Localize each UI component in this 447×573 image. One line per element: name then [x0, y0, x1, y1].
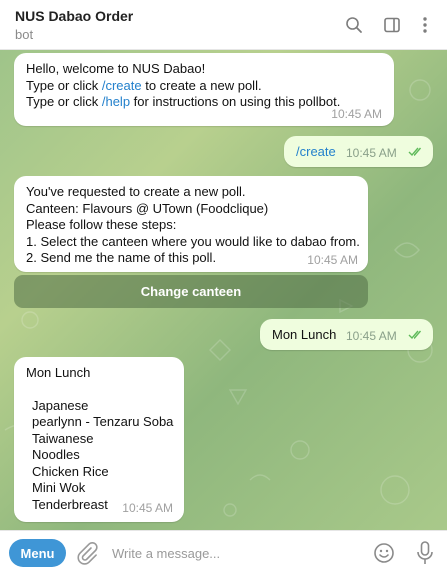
- chat-history[interactable]: Hello, welcome to NUS Dabao! Type or cli…: [0, 50, 447, 530]
- message-create-command[interactable]: /create 10:45 AM: [284, 136, 433, 167]
- poll-spacer: [26, 382, 172, 398]
- poll-option: Chicken Rice: [32, 463, 109, 479]
- message-text: for instructions on using this pollbot.: [130, 94, 341, 109]
- poll-option: pearlynn - Tenzaru Soba: [32, 414, 174, 429]
- chat-title[interactable]: NUS Dabao Order: [15, 8, 133, 24]
- message-text: Canteen: Flavours @ UTown (Foodclique): [26, 200, 269, 216]
- message-text: Mon Lunch: [272, 327, 337, 342]
- message-time: 10:45 AM: [346, 146, 397, 160]
- more-vertical-icon[interactable]: [414, 14, 436, 36]
- poll-option: Mini Wok: [32, 480, 86, 495]
- sidebar-toggle-icon[interactable]: [381, 14, 403, 36]
- message-welcome[interactable]: Hello, welcome to NUS Dabao! Type or cli…: [14, 53, 394, 126]
- help-command-link[interactable]: /help: [102, 94, 130, 109]
- attach-icon[interactable]: [76, 541, 98, 565]
- message-text: Type or click: [26, 94, 102, 109]
- message-text[interactable]: /create: [296, 144, 336, 159]
- message-create-reply[interactable]: You've requested to create a new poll. C…: [14, 176, 368, 272]
- message-input[interactable]: [112, 539, 362, 567]
- message-poll-name[interactable]: Mon Lunch 10:45 AM: [260, 319, 433, 350]
- menu-button[interactable]: Menu: [9, 539, 66, 567]
- search-icon[interactable]: [343, 14, 365, 36]
- message-time: 10:45 AM: [122, 500, 173, 515]
- message-text: Hello, welcome to NUS Dabao!: [26, 61, 206, 76]
- message-poll[interactable]: Mon Lunch Japanese pearlynn - Tenzaru So…: [14, 357, 184, 522]
- message-time: 10:45 AM: [307, 252, 358, 267]
- message-text: to create a new poll.: [141, 77, 262, 93]
- message-text-line: Type or click /create to create a new po…: [26, 78, 382, 95]
- message-text: Type or click: [26, 77, 102, 93]
- message-text: Please follow these steps:: [26, 217, 177, 232]
- poll-option: Japanese: [32, 397, 89, 413]
- message-time: 10:45 AM: [346, 329, 397, 343]
- read-ticks-icon: [408, 330, 422, 340]
- create-command-link[interactable]: /create: [102, 78, 142, 93]
- change-canteen-button[interactable]: Change canteen: [14, 275, 368, 308]
- emoji-icon[interactable]: [373, 542, 395, 564]
- message-composer: Menu: [0, 530, 447, 573]
- chat-subtitle: bot: [15, 27, 34, 42]
- message-time: 10:45 AM: [331, 106, 382, 121]
- poll-option: Noodles: [32, 447, 80, 462]
- message-text: You've requested to create a new poll.: [26, 184, 246, 199]
- chat-header: NUS Dabao Order bot: [0, 0, 447, 50]
- message-text: 1. Select the canteen where you would li…: [26, 233, 360, 249]
- poll-option: Taiwanese: [32, 430, 94, 446]
- poll-title: Mon Lunch: [26, 365, 91, 380]
- read-ticks-icon: [408, 147, 422, 157]
- microphone-icon[interactable]: [415, 540, 435, 566]
- message-text-line: Type or click /help for instructions on …: [26, 94, 382, 111]
